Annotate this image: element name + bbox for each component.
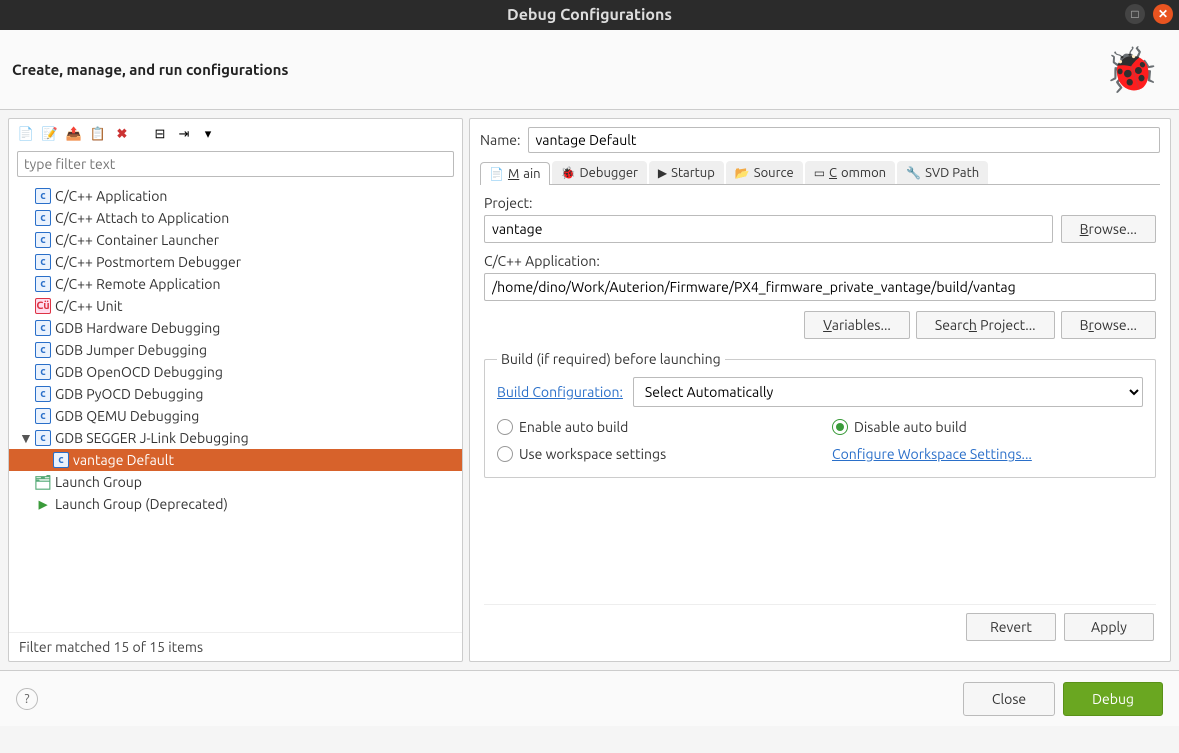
bug-icon: 🐞 [1104, 44, 1159, 96]
tree-item[interactable]: cGDB PyOCD Debugging [9, 383, 462, 405]
variables-button[interactable]: Variables... [804, 311, 910, 339]
dialog-footer: ? Close Debug [0, 670, 1179, 726]
dropdown-icon[interactable]: ▾ [199, 125, 217, 143]
window-title: Debug Configurations [507, 6, 672, 24]
tab-source[interactable]: 📂Source [726, 161, 803, 184]
tab-bar: 📄Main🐞Debugger▶Startup📂Source▭Common🔧SVD… [480, 161, 1160, 185]
new-config-icon[interactable]: 📄 [17, 125, 35, 143]
build-config-select[interactable]: Select Automatically [633, 377, 1143, 407]
search-project-button[interactable]: Search Project... [916, 311, 1055, 339]
project-input[interactable] [484, 215, 1053, 243]
close-button[interactable]: Close [963, 682, 1055, 716]
configure-workspace-link[interactable]: Configure Workspace Settings... [832, 446, 1032, 462]
build-config-link[interactable]: Build Configuration: [497, 384, 623, 400]
browse-app-button[interactable]: Browse... [1061, 311, 1156, 339]
collapse-all-icon[interactable]: ⊟ [151, 125, 169, 143]
window-titlebar: Debug Configurations □ ✕ [0, 0, 1179, 30]
duplicate-icon[interactable]: 📋 [89, 125, 107, 143]
tree-item[interactable]: 🗂Launch Group [9, 471, 462, 493]
config-tree: cC/C++ ApplicationcC/C++ Attach to Appli… [9, 183, 462, 632]
radio-disable-auto-build[interactable]: Disable auto build [832, 419, 1143, 435]
tree-filter-input[interactable] [17, 151, 454, 177]
delete-icon[interactable]: ✖ [113, 125, 131, 143]
tree-item[interactable]: CüC/C++ Unit [9, 295, 462, 317]
filter-status: Filter matched 15 of 15 items [9, 632, 462, 661]
config-tree-panel: 📄 📝 📤 📋 ✖ ⊟ ⇥ ▾ cC/C++ ApplicationcC/C++… [8, 118, 463, 662]
tree-toolbar: 📄 📝 📤 📋 ✖ ⊟ ⇥ ▾ [9, 119, 462, 149]
new-prototype-icon[interactable]: 📝 [41, 125, 59, 143]
export-icon[interactable]: 📤 [65, 125, 83, 143]
tree-item[interactable]: cC/C++ Container Launcher [9, 229, 462, 251]
tab-startup[interactable]: ▶Startup [649, 161, 724, 184]
revert-button[interactable]: Revert [966, 613, 1056, 641]
tree-item[interactable]: cGDB QEMU Debugging [9, 405, 462, 427]
help-button[interactable]: ? [16, 688, 38, 710]
tree-item[interactable]: ▼cGDB SEGGER J-Link Debugging [9, 427, 462, 449]
name-label: Name: [480, 132, 520, 148]
tab-svd-path[interactable]: 🔧SVD Path [897, 161, 988, 184]
debug-button[interactable]: Debug [1063, 682, 1163, 716]
tab-main[interactable]: 📄Main [480, 162, 550, 185]
tree-item[interactable]: cvantage Default [9, 449, 462, 471]
config-name-input[interactable] [528, 127, 1160, 153]
tree-item[interactable]: ▶Launch Group (Deprecated) [9, 493, 462, 515]
tree-item[interactable]: cC/C++ Remote Application [9, 273, 462, 295]
tab-common[interactable]: ▭Common [805, 161, 895, 184]
dialog-title: Create, manage, and run configurations [12, 61, 289, 78]
maximize-button[interactable]: □ [1125, 4, 1145, 24]
tree-item[interactable]: cC/C++ Application [9, 185, 462, 207]
filter-icon[interactable]: ⇥ [175, 125, 193, 143]
tab-debugger[interactable]: 🐞Debugger [552, 161, 647, 184]
tree-item[interactable]: cGDB Hardware Debugging [9, 317, 462, 339]
build-fieldset: Build (if required) before launching Bui… [484, 351, 1156, 478]
tree-item[interactable]: cGDB Jumper Debugging [9, 339, 462, 361]
dialog-header: Create, manage, and run configurations 🐞 [0, 30, 1179, 110]
radio-enable-auto-build[interactable]: Enable auto build [497, 419, 808, 435]
radio-use-workspace[interactable]: Use workspace settings [497, 445, 808, 463]
browse-project-button[interactable]: Browse... [1061, 215, 1156, 243]
close-window-button[interactable]: ✕ [1153, 4, 1173, 24]
tree-item[interactable]: cGDB OpenOCD Debugging [9, 361, 462, 383]
build-legend: Build (if required) before launching [497, 351, 725, 367]
config-detail-panel: Name: 📄Main🐞Debugger▶Startup📂Source▭Comm… [469, 118, 1171, 662]
application-label: C/C++ Application: [484, 253, 1156, 269]
tree-item[interactable]: cC/C++ Postmortem Debugger [9, 251, 462, 273]
apply-button[interactable]: Apply [1064, 613, 1154, 641]
application-input[interactable] [484, 273, 1156, 301]
project-label: Project: [484, 195, 1156, 211]
tree-item[interactable]: cC/C++ Attach to Application [9, 207, 462, 229]
